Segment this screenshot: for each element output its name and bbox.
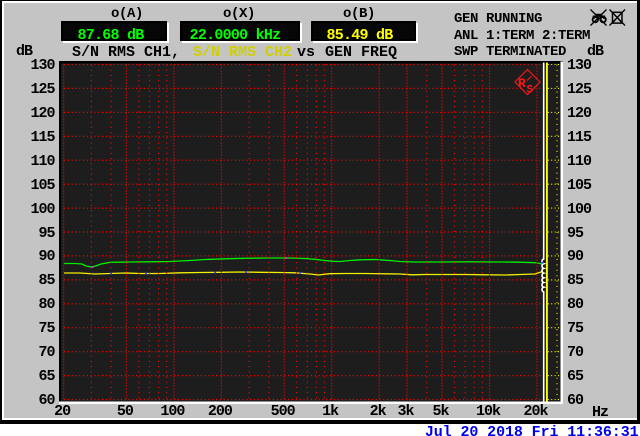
svg-text:R: R [518, 76, 526, 91]
svg-text:S: S [527, 84, 534, 96]
